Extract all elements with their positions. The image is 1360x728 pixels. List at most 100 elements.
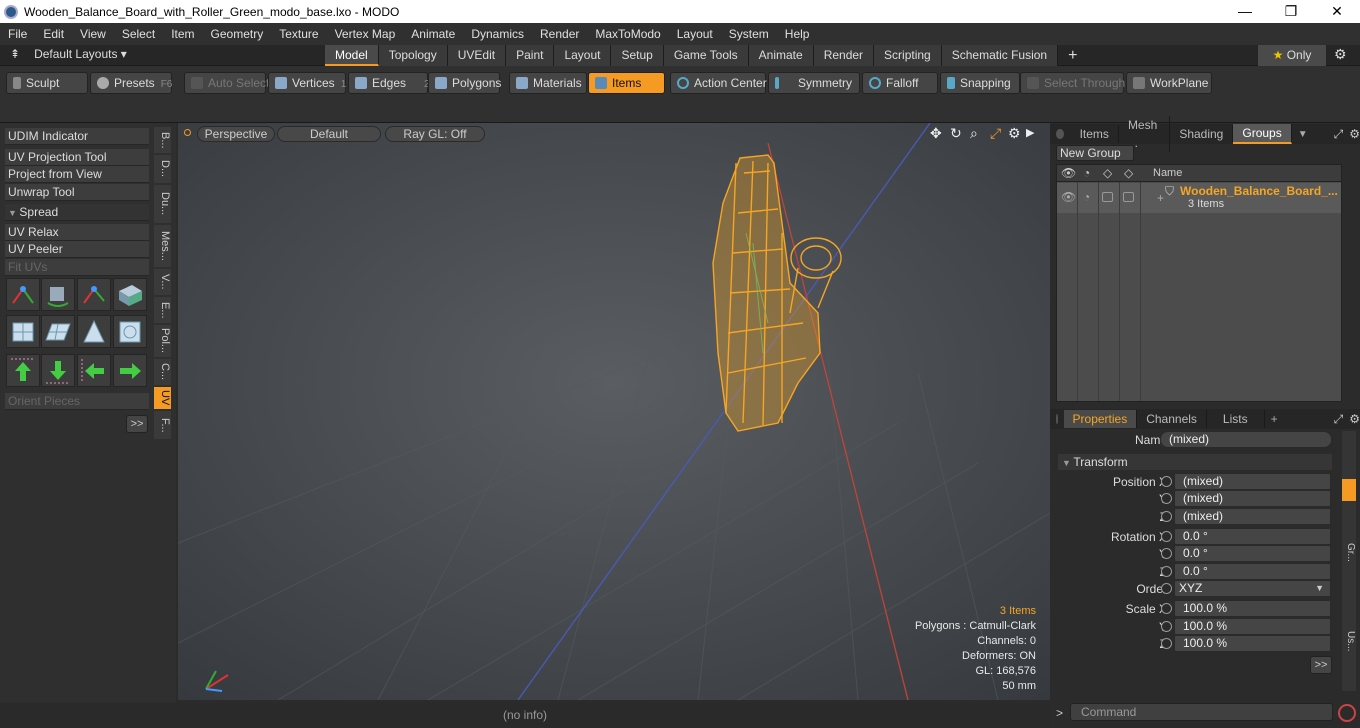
eye-icon[interactable]: 👁 bbox=[1061, 166, 1076, 180]
group-name[interactable]: Wooden_Balance_Board_... bbox=[1180, 184, 1338, 198]
tab-uvedit[interactable]: UVEdit bbox=[447, 45, 507, 66]
tab-properties[interactable]: Properties bbox=[1063, 410, 1138, 428]
menu-file[interactable]: File bbox=[0, 27, 35, 41]
viewport-gear-icon[interactable]: ⚙ bbox=[1008, 125, 1021, 142]
action-center-button[interactable]: Action Center bbox=[670, 72, 767, 94]
edges-button[interactable]: Edges 2 bbox=[348, 72, 430, 94]
rotation-x-anim-icon[interactable] bbox=[1161, 531, 1172, 542]
rotate-icon[interactable]: ↻ bbox=[950, 125, 962, 142]
rotation-z-field[interactable]: 0.0 ° bbox=[1174, 563, 1331, 580]
arrow-up-icon[interactable] bbox=[6, 354, 40, 387]
uv-grid-icon[interactable] bbox=[41, 315, 75, 348]
position-z-anim-icon[interactable] bbox=[1161, 511, 1172, 522]
render-icon[interactable]: ◇ bbox=[1103, 166, 1112, 180]
collapse-arrow-icon[interactable]: ⇞ bbox=[10, 47, 20, 61]
menu-texture[interactable]: Texture bbox=[271, 27, 326, 41]
uv-cube-map-icon[interactable] bbox=[6, 315, 40, 348]
rotation-y-anim-icon[interactable] bbox=[1161, 548, 1172, 559]
position-x-field[interactable]: (mixed) bbox=[1174, 473, 1331, 490]
tab-render[interactable]: Render bbox=[813, 45, 875, 66]
vtab-vertex[interactable]: V... bbox=[154, 269, 171, 295]
scale-x-field[interactable]: 100.0 % bbox=[1174, 600, 1331, 617]
menu-geometry[interactable]: Geometry bbox=[203, 27, 272, 41]
symmetry-button[interactable]: Symmetry bbox=[768, 72, 860, 94]
zoom-icon[interactable]: ⌕ bbox=[970, 125, 978, 142]
falloff-button[interactable]: Falloff bbox=[862, 72, 938, 94]
tab-game-tools[interactable]: Game Tools bbox=[663, 45, 749, 66]
scale-z-field[interactable]: 100.0 % bbox=[1174, 635, 1331, 652]
fit-uvs-button[interactable]: Fit UVs bbox=[5, 259, 149, 276]
more-properties-button[interactable]: >> bbox=[1310, 656, 1332, 674]
row-lock-icon[interactable]: ◔ bbox=[1083, 190, 1090, 204]
close-button[interactable]: ✕ bbox=[1314, 0, 1360, 23]
scale-x-anim-icon[interactable] bbox=[1161, 603, 1172, 614]
menu-vertex-map[interactable]: Vertex Map bbox=[327, 27, 404, 41]
panel-dot-icon[interactable] bbox=[1056, 129, 1064, 139]
3d-viewport[interactable]: Perspective Default Ray GL: Off ✥ ↻ ⌕ ⤢ … bbox=[178, 123, 1050, 700]
items-button[interactable]: Items bbox=[588, 72, 665, 94]
vtab-fusion[interactable]: F... bbox=[154, 411, 171, 439]
tab-paint[interactable]: Paint bbox=[506, 45, 555, 66]
record-icon[interactable] bbox=[1338, 704, 1356, 722]
tab-items[interactable]: Items bbox=[1070, 125, 1119, 143]
tab-groups[interactable]: Groups bbox=[1233, 124, 1292, 144]
uv-relax-button[interactable]: UV Relax bbox=[5, 224, 149, 241]
menu-animate[interactable]: Animate bbox=[403, 27, 463, 41]
tab-animate[interactable]: Animate bbox=[748, 45, 814, 66]
gear-icon[interactable]: ⚙ bbox=[1334, 46, 1347, 63]
arrow-left-icon[interactable] bbox=[77, 354, 111, 387]
snapping-button[interactable]: Snapping bbox=[940, 72, 1020, 94]
vtab-duplicate[interactable]: Du... bbox=[154, 185, 171, 223]
prop-gear-icon[interactable]: ⚙ bbox=[1349, 412, 1360, 426]
menu-system[interactable]: System bbox=[721, 27, 777, 41]
add-tab-button[interactable]: + bbox=[1058, 45, 1087, 66]
uv-transform-icon[interactable] bbox=[6, 278, 40, 311]
more-tools-button[interactable]: >> bbox=[126, 415, 148, 433]
tab-setup[interactable]: Setup bbox=[611, 45, 664, 66]
select-through-button[interactable]: Select Through bbox=[1020, 72, 1125, 94]
presets-button[interactable]: Presets F6 bbox=[90, 72, 172, 94]
command-input[interactable]: Command bbox=[1070, 703, 1333, 721]
minimize-button[interactable]: — bbox=[1222, 0, 1268, 23]
scale-y-field[interactable]: 100.0 % bbox=[1174, 618, 1331, 635]
tab-topology[interactable]: Topology bbox=[378, 45, 448, 66]
select-icon[interactable]: ◇ bbox=[1124, 166, 1133, 180]
workplane-button[interactable]: WorkPlane bbox=[1126, 72, 1212, 94]
vtab-basic[interactable]: B... bbox=[154, 127, 171, 153]
row-select-checkbox[interactable] bbox=[1123, 192, 1134, 202]
unwrap-tool-button[interactable]: Unwrap Tool bbox=[5, 184, 149, 201]
tab-layout[interactable]: Layout bbox=[554, 45, 612, 66]
position-z-field[interactable]: (mixed) bbox=[1174, 508, 1331, 525]
vtab-curve[interactable]: C... bbox=[154, 359, 171, 385]
vtab-mesh-edit[interactable]: Mes... bbox=[154, 225, 171, 267]
maximize-button[interactable]: ❐ bbox=[1268, 0, 1314, 23]
polygons-button[interactable]: Polygons bbox=[428, 72, 501, 94]
position-x-anim-icon[interactable] bbox=[1161, 476, 1172, 487]
udim-indicator-button[interactable]: UDIM Indicator bbox=[5, 128, 149, 145]
arrow-right-icon[interactable] bbox=[113, 354, 147, 387]
groups-list[interactable]: 👁 ◔ ◇ ◇ Name 👁 ◔ + ⛉ Wooden_Balance_Boar… bbox=[1056, 164, 1342, 402]
side-tab-active[interactable] bbox=[1342, 479, 1356, 501]
menu-render[interactable]: Render bbox=[532, 27, 587, 41]
uv-unwrap-icon[interactable] bbox=[113, 315, 147, 348]
tab-model[interactable]: Model bbox=[325, 45, 379, 66]
scale-z-anim-icon[interactable] bbox=[1161, 638, 1172, 649]
tab-schematic-fusion[interactable]: Schematic Fusion bbox=[941, 45, 1059, 66]
tabs-dropdown-icon[interactable]: ▼ bbox=[1298, 129, 1308, 140]
sculpt-button[interactable]: Sculpt bbox=[6, 72, 88, 94]
menu-dynamics[interactable]: Dynamics bbox=[463, 27, 532, 41]
order-anim-icon[interactable] bbox=[1161, 583, 1172, 594]
menu-help[interactable]: Help bbox=[777, 27, 818, 41]
vtab-uv[interactable]: UV bbox=[154, 387, 171, 409]
arrow-down-icon[interactable] bbox=[41, 354, 75, 387]
pan-icon[interactable]: ✥ bbox=[930, 125, 942, 142]
prop-expand-icon[interactable]: ⤢ bbox=[1334, 412, 1344, 427]
shading-mode-button[interactable]: Default bbox=[277, 126, 381, 142]
position-y-field[interactable]: (mixed) bbox=[1174, 490, 1331, 507]
side-tab-groups[interactable]: Gr... bbox=[1342, 543, 1356, 562]
scale-y-anim-icon[interactable] bbox=[1161, 621, 1172, 632]
lock-icon[interactable]: ◔ bbox=[1083, 166, 1090, 180]
tab-lists[interactable]: Lists bbox=[1207, 410, 1265, 428]
add-prop-tab-icon[interactable]: + bbox=[1271, 412, 1278, 426]
raygl-button[interactable]: Ray GL: Off bbox=[385, 126, 485, 142]
